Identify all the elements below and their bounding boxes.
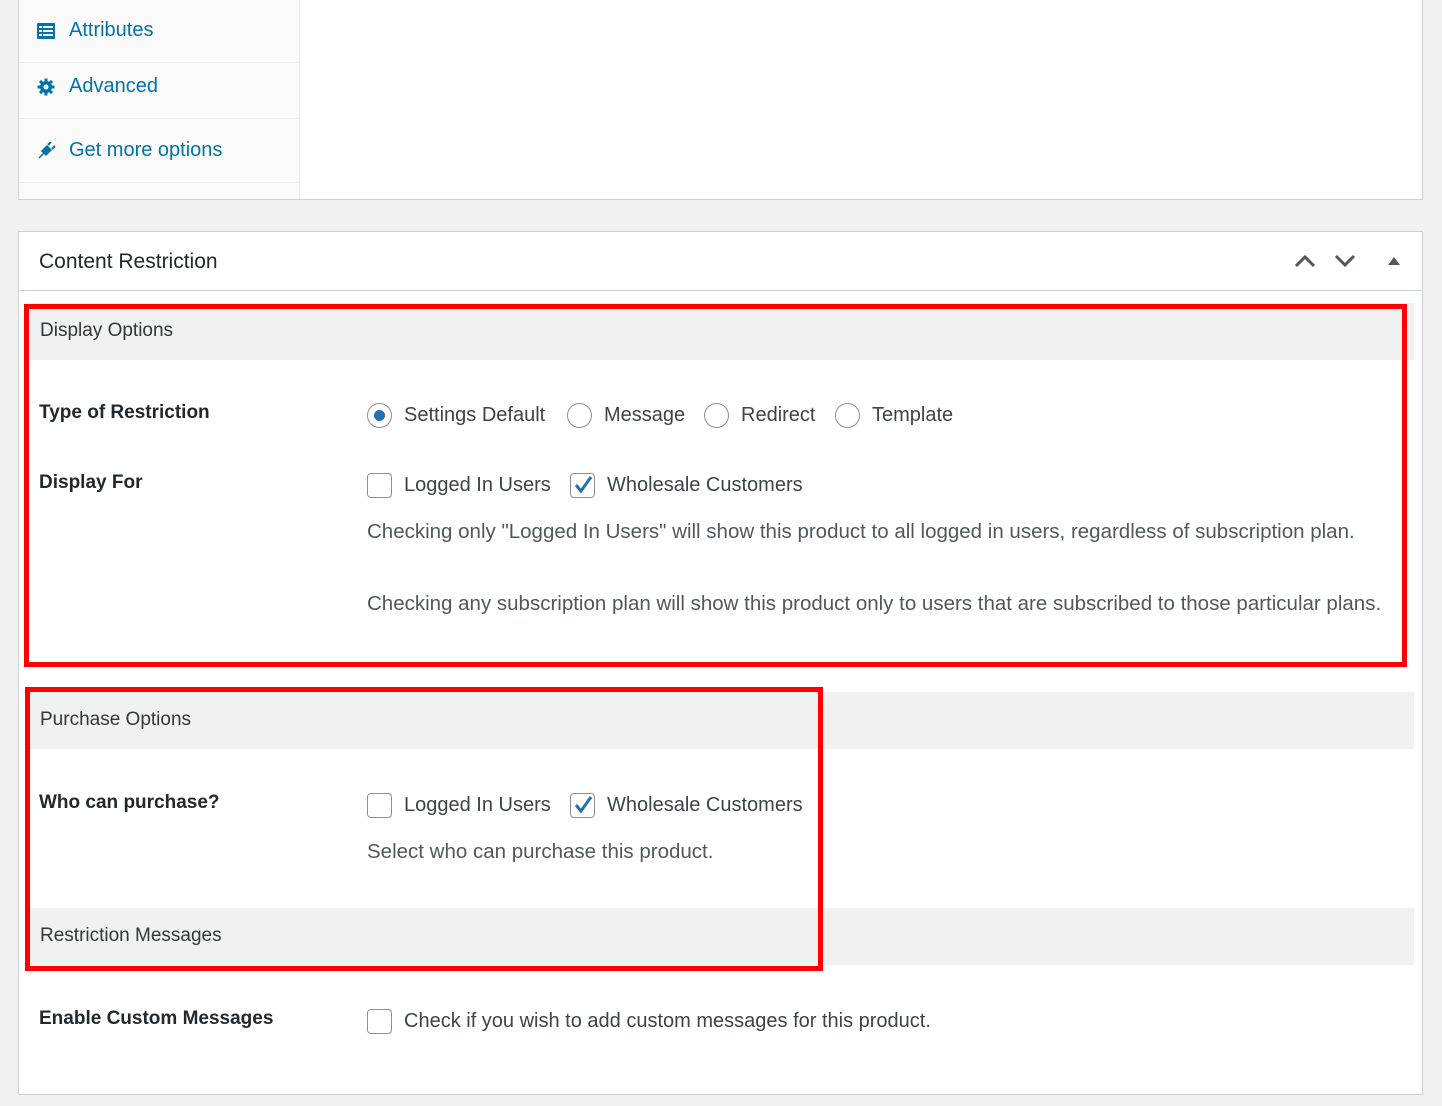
checkbox-input[interactable] [367,1009,392,1034]
radio-redirect[interactable]: Redirect [704,403,815,428]
radio-input[interactable] [367,403,392,428]
purchase-options-heading: Purchase Options [28,692,1414,749]
metabox-title: Content Restriction [39,250,218,273]
tab-label: Attributes [69,19,154,41]
checkbox-input[interactable] [570,473,595,498]
display-for-description-1: Checking only "Logged In Users" will sho… [367,520,1355,543]
radio-input[interactable] [567,403,592,428]
section-title: Purchase Options [40,709,192,730]
who-can-purchase-description: Select who can purchase this product. [367,840,714,863]
section-title: Display Options [40,320,174,341]
section-title: Restriction Messages [40,925,222,946]
toggle-icon[interactable] [1379,246,1409,276]
radio-input[interactable] [704,403,729,428]
checkbox-label: Check if you wish to add custom messages… [404,1010,931,1032]
restriction-messages-heading: Restriction Messages [28,908,1414,965]
move-down-icon[interactable] [1330,246,1360,276]
radio-settings-default[interactable]: Settings Default [367,403,545,428]
purchase-logged-in-checkbox[interactable]: Logged In Users [367,793,551,818]
display-for-description-2: Checking any subscription plan will show… [367,592,1382,615]
display-for-wholesale-checkbox[interactable]: Wholesale Customers [570,473,803,498]
radio-label: Message [604,404,686,426]
product-data-tabs: Attributes Advanced Get more options [19,0,300,199]
display-options-heading: Display Options [28,303,1414,360]
tab-label: Advanced [69,75,158,97]
tab-attributes[interactable]: Attributes [19,0,300,63]
move-up-icon[interactable] [1290,246,1320,276]
checkmark-icon [574,796,593,814]
list-icon [37,22,55,40]
checkbox-label: Logged In Users [404,474,551,496]
radio-label: Template [872,404,954,426]
display-for-label: Display For [39,472,143,493]
checkbox-input[interactable] [367,793,392,818]
radio-label: Redirect [741,404,816,426]
checkbox-input[interactable] [570,793,595,818]
gear-icon [37,78,55,96]
radio-message[interactable]: Message [567,403,685,428]
purchase-wholesale-checkbox[interactable]: Wholesale Customers [570,793,803,818]
radio-input[interactable] [835,403,860,428]
content-restriction-metabox: Content Restriction Display Options Type… [18,231,1423,1095]
radio-template[interactable]: Template [835,403,953,428]
checkbox-label: Wholesale Customers [607,794,803,816]
who-can-purchase-label: Who can purchase? [39,792,220,813]
plug-icon [37,141,55,160]
checkmark-icon [574,476,593,494]
checkbox-label: Wholesale Customers [607,474,803,496]
display-for-logged-in-checkbox[interactable]: Logged In Users [367,473,551,498]
radio-label: Settings Default [404,404,546,426]
tab-label: Get more options [69,139,223,161]
checkbox-input[interactable] [367,473,392,498]
tab-get-more-options[interactable]: Get more options [19,119,300,183]
metabox-header: Content Restriction [19,232,1422,291]
enable-custom-messages-label: Enable Custom Messages [39,1008,274,1029]
type-of-restriction-label: Type of Restriction [39,402,210,423]
enable-custom-messages-checkbox[interactable]: Check if you wish to add custom messages… [367,1009,931,1034]
product-data-panel: Attributes Advanced Get more options [18,0,1423,200]
tab-advanced[interactable]: Advanced [19,55,300,119]
checkbox-label: Logged In Users [404,794,551,816]
